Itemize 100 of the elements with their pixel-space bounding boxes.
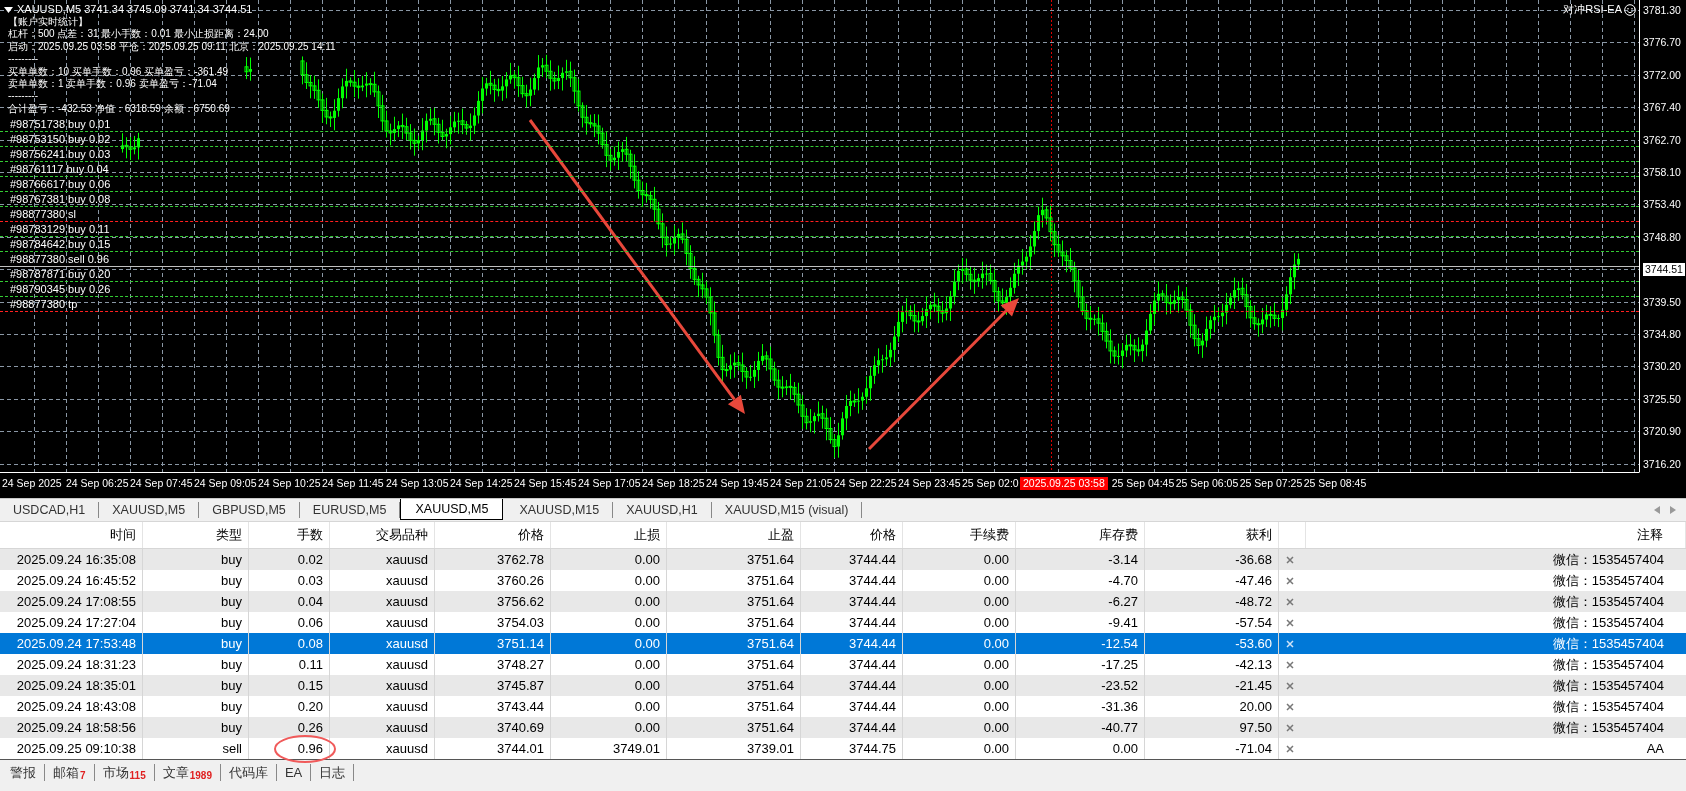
table-cell: 0.15 [297, 678, 323, 693]
panel-tab[interactable]: EA [276, 763, 312, 781]
price-label: 3762.70 [1643, 134, 1681, 147]
table-cell: -31.36 [1101, 699, 1138, 714]
table-cell: 3751.64 [747, 636, 794, 651]
time-label: 25 Sep 06:05 [1175, 477, 1240, 490]
column-header: 注释 [1306, 522, 1686, 548]
table-cell: 2025.09.25 09:10:38 [16, 741, 136, 756]
table-cell: 0.00 [1112, 741, 1138, 756]
table-cell: 2025.09.24 17:08:55 [16, 594, 136, 609]
table-cell: buy [221, 594, 242, 609]
table-cell: xauusd [386, 615, 428, 630]
table-cell: xauusd [386, 594, 428, 609]
table-cell: -53.60 [1235, 636, 1272, 651]
table-cell: 0.00 [634, 678, 660, 693]
price-label: 3725.50 [1643, 393, 1681, 406]
table-cell: buy [221, 615, 242, 630]
table-cell: buy [221, 636, 242, 651]
table-cell: 3749.01 [613, 741, 660, 756]
time-label: 24 Sep 14:25 [450, 477, 514, 490]
panel-tab[interactable]: 代码库 [220, 763, 277, 781]
price-label: 3748.80 [1643, 231, 1681, 244]
table-row[interactable]: 2025.09.24 18:35:01 buy 0.15 xauusd 3745.87 0.00 3751.64 3744.44 0.00 -23.52 -21.45 微信：1535457404 [0, 675, 1686, 696]
table-cell: 0.00 [983, 573, 1009, 588]
table-cell: sell [222, 741, 242, 756]
price-label: 3767.40 [1643, 101, 1681, 114]
price-label: 3776.70 [1643, 36, 1681, 49]
table-cell: 3751.64 [747, 594, 794, 609]
order-label: #98766617 buy 0.06 [10, 178, 111, 190]
column-header: 类型 [143, 522, 249, 548]
table-cell: buy [221, 678, 242, 693]
table-cell: 微信：1535457404 [1552, 699, 1664, 714]
time-label: 24 Sep 11:45 [322, 477, 385, 490]
price-label: 3720.90 [1643, 425, 1681, 438]
table-row[interactable]: 2025.09.24 16:35:08 buy 0.02 xauusd 3762.78 0.00 3751.64 3744.44 0.00 -3.14 -36.68 微信：1535457404 [0, 549, 1686, 570]
table-cell: 3744.44 [849, 720, 896, 735]
table-cell: 0.00 [634, 615, 660, 630]
table-cell: 0.00 [983, 699, 1009, 714]
table-cell: 97.50 [1239, 720, 1272, 735]
table-cell: buy [221, 657, 242, 672]
table-row[interactable]: 2025.09.24 17:53:48 buy 0.08 xauusd 3751.14 0.00 3751.64 3744.44 0.00 -12.54 -53.60 微信：1535457404 [0, 633, 1686, 654]
table-cell: -71.04 [1235, 741, 1272, 756]
table-cell: 3740.69 [497, 720, 544, 735]
table-cell: 0.00 [634, 594, 660, 609]
time-label: 24 Sep 17:05 [578, 477, 642, 490]
table-cell: 3744.44 [849, 594, 896, 609]
table-row[interactable]: 2025.09.24 17:08:55 buy 0.04 xauusd 3756.62 0.00 3751.64 3744.44 0.00 -6.27 -48.72 微信：1535457404 [0, 591, 1686, 612]
table-cell: 2025.09.24 17:27:04 [16, 615, 136, 630]
table-cell: buy [221, 699, 242, 714]
order-label: #98787871 buy 0.20 [10, 268, 111, 280]
table-cell: 0.00 [634, 720, 660, 735]
table-cell: 3751.64 [747, 720, 794, 735]
chart-tab[interactable]: XAUUSD,M5 [99, 502, 200, 518]
order-label: #98877380 tp [10, 298, 78, 310]
order-label: #98767381 buy 0.08 [10, 193, 111, 205]
order-label: #98753150 buy 0.02 [10, 133, 111, 145]
order-label: #98783129 buy 0.11 [10, 223, 110, 235]
time-label: 24 Sep 09:05 [194, 477, 258, 490]
table-cell: 0.00 [634, 573, 660, 588]
table-cell: 0.03 [297, 573, 323, 588]
column-header: 交易品种 [330, 522, 435, 548]
table-cell: 0.00 [634, 552, 660, 567]
chart-tab[interactable]: XAUUSD,M15 (visual) [711, 502, 863, 518]
table-cell: 微信：1535457404 [1552, 615, 1664, 630]
column-header: 价格 [801, 522, 903, 548]
order-label: #98790345 buy 0.26 [10, 283, 111, 295]
time-label: 24 Sep 15:45 [514, 477, 578, 490]
info-text: 买单单数：10 买单手数：0.96 买单盈亏：-361.49 [8, 65, 229, 79]
table-cell: 3751.14 [497, 636, 544, 651]
table-cell: 微信：1535457404 [1552, 678, 1664, 693]
table-cell: -48.72 [1235, 594, 1272, 609]
table-cell: 3744.44 [849, 699, 896, 714]
info-text: 启动：2025.09.25 03:58 平仓：2025.09.25 09:11 北京：2025.09.25 14:11 [8, 40, 336, 54]
chart-tab[interactable]: USDCAD,H1 [0, 502, 100, 518]
cursor-time-label: 2025.09.25 03:58 [1020, 477, 1108, 490]
chart-tab[interactable]: GBPUSD,M5 [199, 502, 300, 518]
table-cell: 0.00 [983, 636, 1009, 651]
table-cell: 0.96 [297, 741, 323, 756]
chart-tab[interactable]: XAUUSD,M15 [506, 502, 614, 518]
table-cell: 0.20 [297, 699, 323, 714]
table-cell: 0.00 [983, 657, 1009, 672]
table-cell: 3744.01 [497, 741, 544, 756]
chart-tab[interactable]: XAUUSD,M5 [400, 499, 504, 520]
panel-tab[interactable]: 日志 [311, 763, 355, 781]
table-cell: 2025.09.24 18:31:23 [16, 657, 136, 672]
price-label: 3753.40 [1643, 198, 1681, 211]
table-cell: 20.00 [1239, 699, 1272, 714]
table-cell: xauusd [386, 699, 428, 714]
chart-tab[interactable]: XAUUSD,H1 [613, 502, 712, 518]
table-cell: 3744.44 [849, 657, 896, 672]
time-label: 24 Sep 06:25 [66, 477, 130, 490]
order-label: #98877380 sl [10, 208, 77, 220]
table-cell: 0.00 [634, 636, 660, 651]
table-row[interactable]: 2025.09.24 18:58:56 buy 0.26 xauusd 3740.69 0.00 3751.64 3744.44 0.00 -40.77 97.50 微信：1535457404 [0, 717, 1686, 738]
price-label: 3739.50 [1643, 296, 1681, 309]
time-label: 24 Sep 2025 [2, 477, 63, 490]
time-label: 25 Sep 08:45 [1303, 477, 1368, 490]
table-cell: xauusd [386, 678, 428, 693]
time-label: 24 Sep 07:45 [130, 477, 194, 490]
panel-tab[interactable]: 警报 [2, 763, 45, 781]
